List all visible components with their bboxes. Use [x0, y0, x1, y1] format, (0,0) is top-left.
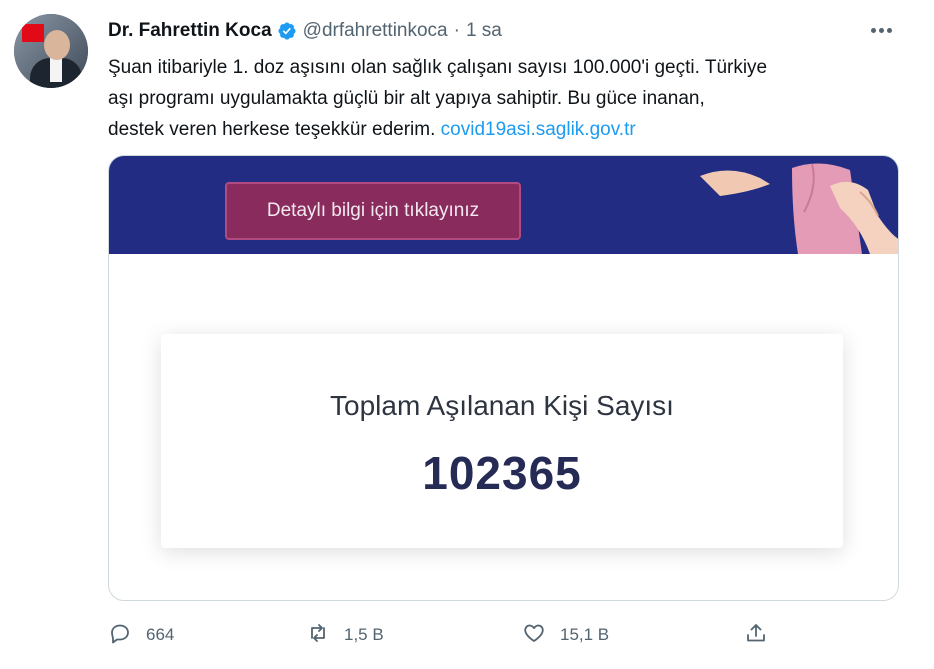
stat-value: 102365: [422, 447, 582, 499]
reply-count: 664: [146, 625, 175, 644]
verified-badge-icon: [277, 21, 297, 41]
tweet-actions: 664 1,5 B 15,1 B: [108, 618, 808, 652]
tweet-text-line: aşı programı uygulamakta güçlü bir alt y…: [108, 88, 705, 109]
card-banner: Detaylı bilgi için tıklayınız: [109, 156, 898, 254]
vaccination-illustration: [700, 163, 898, 254]
heart-icon: [522, 621, 546, 650]
retweet-icon: [306, 621, 330, 650]
like-button[interactable]: 15,1 B: [522, 618, 609, 652]
tweet-time[interactable]: 1 sa: [466, 20, 502, 42]
author-avatar[interactable]: [14, 14, 88, 88]
reply-icon: [108, 621, 132, 650]
retweet-button[interactable]: 1,5 B: [306, 618, 384, 652]
tweet-text: Şuan itibariyle 1. doz aşısını olan sağl…: [108, 52, 908, 145]
share-button[interactable]: [744, 618, 768, 652]
turkish-flag: [22, 24, 44, 42]
author-handle[interactable]: @drfahrettinkoca: [303, 20, 448, 42]
tweet-text-line: Şuan itibariyle 1. doz aşısını olan sağl…: [108, 57, 768, 78]
tweet: Dr. Fahrettin Koca @drfahrettinkoca · 1 …: [0, 0, 934, 669]
tweet-text-line: destek veren herkese teşekkür ederim. co…: [108, 114, 908, 145]
tweet-header: Dr. Fahrettin Koca @drfahrettinkoca · 1 …: [108, 18, 502, 44]
vaccination-stat-box: Toplam Aşılanan Kişi Sayısı 102365: [161, 334, 843, 548]
more-options-icon[interactable]: [866, 18, 896, 42]
tweet-text-fragment: destek veren herkese teşekkür ederim.: [108, 119, 441, 140]
share-icon: [744, 621, 768, 650]
retweet-count: 1,5 B: [344, 625, 384, 644]
reply-button[interactable]: 664: [108, 618, 174, 652]
link-card[interactable]: Detaylı bilgi için tıklayınız Toplam Aşı…: [108, 155, 899, 601]
details-button[interactable]: Detaylı bilgi için tıklayınız: [225, 182, 521, 240]
author-name[interactable]: Dr. Fahrettin Koca: [108, 20, 272, 42]
like-count: 15,1 B: [560, 625, 610, 644]
stat-label: Toplam Aşılanan Kişi Sayısı: [330, 390, 674, 421]
tweet-link[interactable]: covid19asi.saglik.gov.tr: [441, 119, 636, 140]
header-separator: ·: [453, 20, 460, 41]
